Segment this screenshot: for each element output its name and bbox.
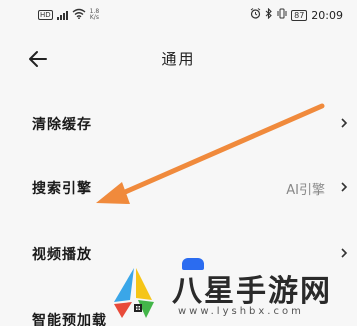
page-title: 通用 [161,50,196,68]
chevron-right-icon [341,118,348,128]
status-time: 20:09 [311,8,343,22]
battery-indicator: 87 [291,9,308,21]
settings-item-clear-cache[interactable]: 清除缓存 [0,104,357,144]
status-right: 87 20:09 [250,7,343,22]
bluetooth-icon [265,7,273,22]
settings-item-label: 搜索引擎 [32,181,92,197]
vibrate-icon [277,8,287,22]
cellular-signal-icon [56,10,68,20]
status-left: HD 1.8 K/s [38,8,99,22]
wifi-icon [72,8,86,22]
settings-item-label: 智能预加载 [32,313,107,326]
settings-item-label: 清除缓存 [32,117,92,133]
header-bar: 通用 [0,36,357,82]
hd-badge: HD [38,10,53,20]
chevron-right-icon [341,182,348,192]
pinwheel-logo-icon [114,268,154,318]
watermark-url: www.lyshbx.com [178,306,304,317]
network-speed-unit: K/s [89,14,99,21]
settings-item-value: AI引擎 [286,183,325,198]
settings-screen: HD 1.8 K/s 87 20:09 通用 清除缓存 搜索引擎 AI引擎 视频… [0,0,357,326]
chevron-right-icon [341,248,348,258]
status-bar: HD 1.8 K/s 87 20:09 [0,0,357,30]
watermark-name: 八星手游网 [172,274,332,309]
settings-item-search-engine[interactable]: 搜索引擎 AI引擎 [0,168,357,208]
alarm-icon [250,8,261,22]
settings-item-label: 视频播放 [32,247,92,263]
network-speed: 1.8 K/s [90,9,100,21]
watermark-logo: 八星手游网 www.lyshbx.com [100,262,357,326]
